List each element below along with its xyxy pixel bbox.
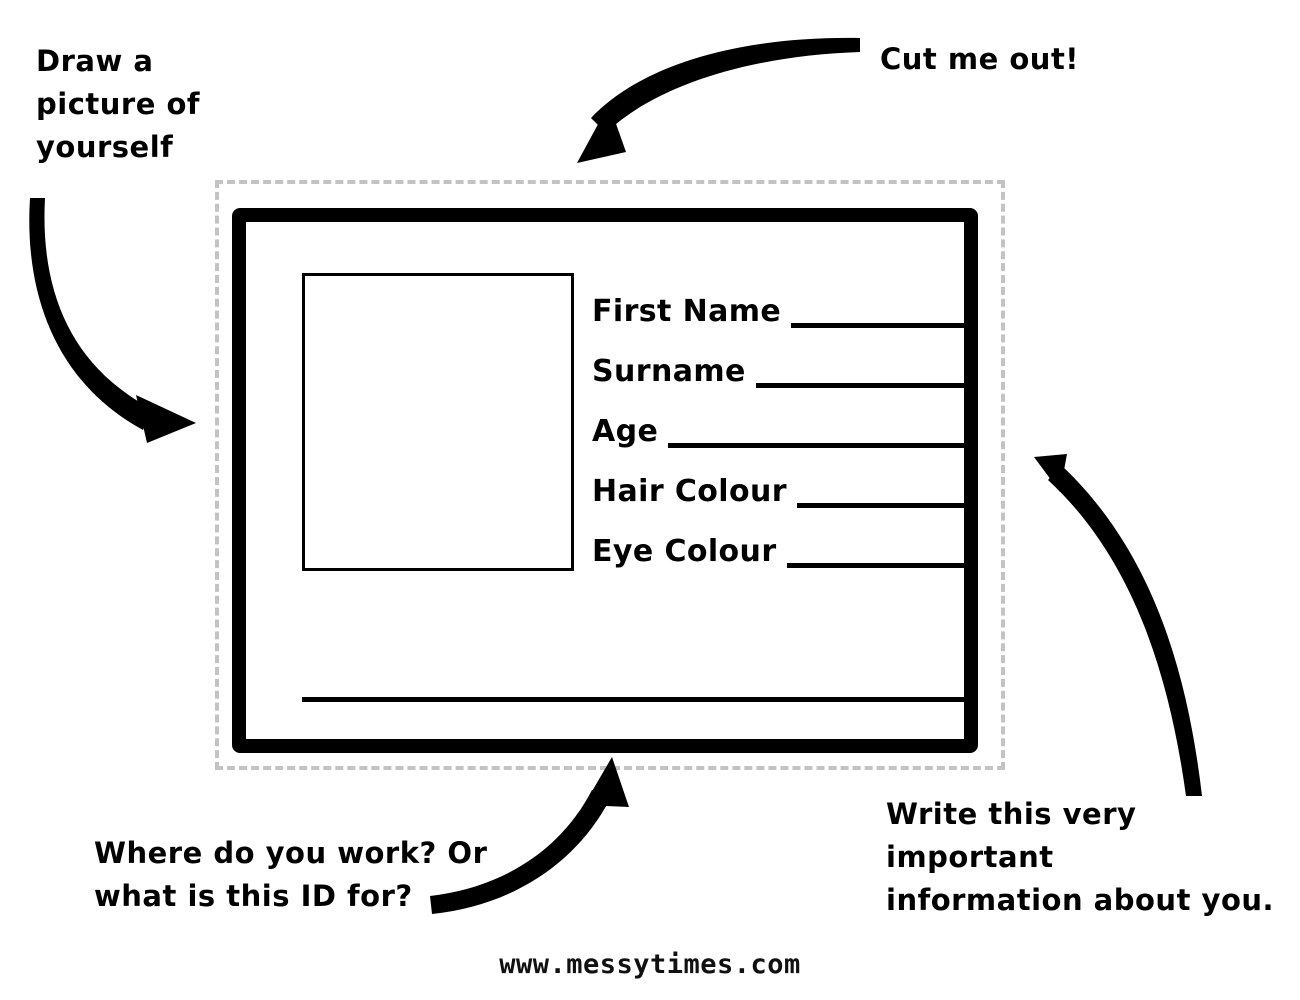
arrow-to-cut-guide-icon: [577, 37, 860, 163]
field-label-age: Age: [592, 414, 659, 449]
write-info-caption: Write this very important information ab…: [886, 797, 1275, 917]
field-rule-eye-colour[interactable]: [786, 563, 970, 568]
field-label-surname: Surname: [592, 354, 746, 389]
field-rule-hair-colour[interactable]: [796, 503, 970, 508]
field-rule-first-name[interactable]: [791, 323, 970, 328]
field-label-eye-colour: Eye Colour: [592, 534, 777, 569]
field-row-first-name[interactable]: First Name: [592, 274, 970, 334]
worksheet-canvas: First Name Surname Age Hair Colour Eye C…: [0, 0, 1300, 1000]
where-work-caption: Where do you work? Or what is this ID fo…: [94, 836, 488, 913]
cut-me-out-caption: Cut me out!: [880, 42, 1080, 76]
field-row-hair-colour[interactable]: Hair Colour: [592, 454, 970, 514]
field-label-first-name: First Name: [592, 294, 782, 329]
field-row-age[interactable]: Age: [592, 394, 970, 454]
field-label-hair-colour: Hair Colour: [592, 474, 787, 509]
arrow-to-fields-icon: [1034, 454, 1202, 796]
field-rule-age[interactable]: [668, 443, 970, 448]
photo-box[interactable]: [302, 273, 574, 571]
field-rule-surname[interactable]: [755, 383, 970, 388]
id-card: First Name Surname Age Hair Colour Eye C…: [232, 208, 978, 753]
footer-url[interactable]: www.messytimes.com: [0, 949, 1300, 980]
fields-list: First Name Surname Age Hair Colour Eye C…: [592, 274, 970, 574]
draw-picture-caption: Draw a picture of yourself: [36, 44, 201, 164]
arrow-to-photo-box-icon: [29, 198, 196, 443]
field-row-eye-colour[interactable]: Eye Colour: [592, 514, 970, 574]
field-row-surname[interactable]: Surname: [592, 334, 970, 394]
occupation-line[interactable]: [302, 697, 969, 702]
